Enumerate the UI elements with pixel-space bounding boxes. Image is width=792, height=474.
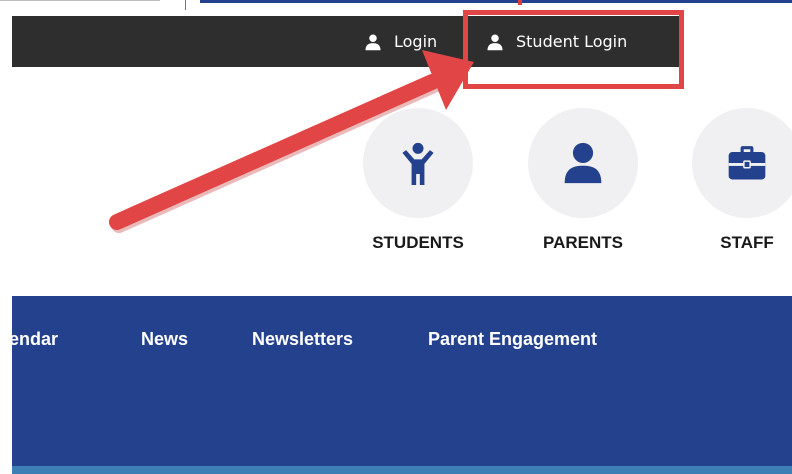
child-icon (402, 142, 434, 185)
login-link[interactable]: Login (364, 16, 437, 67)
nav-news[interactable]: News (141, 296, 188, 382)
nav-parent-engagement[interactable]: Parent Engagement (428, 296, 597, 382)
parents-button[interactable]: PARENTS (528, 108, 638, 253)
students-label: STUDENTS (372, 233, 464, 252)
staff-button[interactable]: STAFF (692, 108, 792, 253)
top-annotation-fragment (518, 0, 522, 5)
students-circle (363, 108, 473, 218)
annotation-highlight-box (463, 10, 684, 89)
top-divider (0, 0, 160, 1)
top-divider-tick (185, 0, 186, 10)
staff-circle (692, 108, 792, 218)
user-icon (564, 142, 602, 184)
main-nav: alendar News Newsletters Parent Engageme… (12, 296, 792, 466)
parents-label: PARENTS (543, 233, 623, 252)
nav-calendar[interactable]: alendar (12, 296, 58, 382)
nav-newsletters[interactable]: Newsletters (252, 296, 353, 382)
students-button[interactable]: STUDENTS (363, 108, 473, 253)
user-icon (365, 34, 381, 50)
top-edge-bar (200, 0, 792, 3)
login-label: Login (394, 32, 438, 51)
briefcase-icon (728, 146, 766, 180)
parents-circle (528, 108, 638, 218)
staff-label: STAFF (720, 233, 774, 252)
bottom-accent-bar (12, 466, 792, 474)
